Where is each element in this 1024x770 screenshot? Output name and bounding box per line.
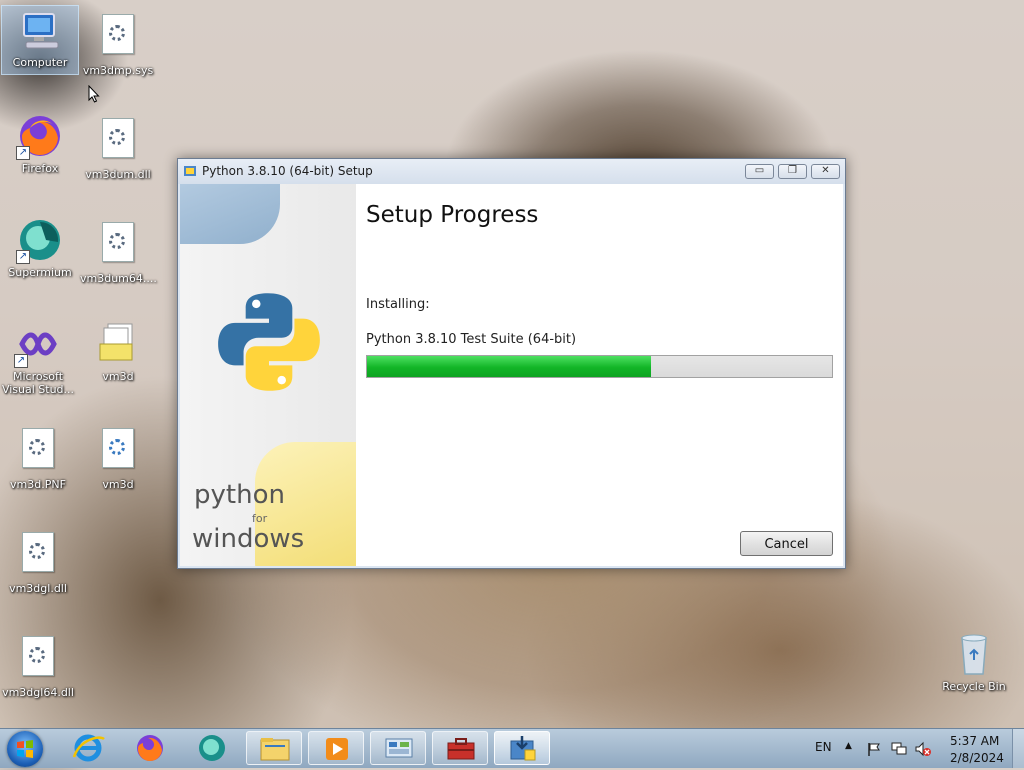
- taskbar-file-explorer[interactable]: [246, 731, 302, 765]
- desktop-icon-vm3dmp-sys[interactable]: vm3dmp.sys: [80, 10, 156, 77]
- brand-windows-text: windows: [192, 524, 305, 554]
- desktop-icon-label: Firefox: [21, 162, 59, 175]
- supermium-icon: [199, 735, 225, 761]
- clock-date[interactable]: 2/8/2024: [950, 751, 1004, 765]
- minimize-icon: ▭: [754, 165, 765, 176]
- visual-studio-icon: ↗: [14, 320, 62, 368]
- python-logo-icon: [218, 293, 320, 391]
- firefox-icon: [137, 735, 163, 762]
- dll-file-icon: [14, 636, 62, 684]
- desktop-icon-label: vm3dgl64.dll: [2, 686, 74, 699]
- taskbar: EN ▲ 5:37 AM 2/8/2024: [0, 728, 1024, 768]
- windows-logo-icon: [17, 740, 33, 758]
- desktop-icon-label: Microsoft: [12, 370, 64, 383]
- taskbar-toolbox[interactable]: [432, 731, 488, 765]
- supermium-icon: ↗: [16, 216, 64, 264]
- desktop-icon-label: Supermium: [8, 266, 72, 279]
- desktop-icon-label: vm3d.PNF: [10, 478, 66, 491]
- setup-information-file-icon: [94, 428, 142, 476]
- catalog-file-icon: [94, 320, 142, 368]
- desktop-icon-recycle-bin[interactable]: Recycle Bin: [936, 630, 1012, 693]
- show-hidden-icons-chevron-icon[interactable]: ▲: [845, 741, 852, 751]
- desktop-icon-vm3dgl-dll[interactable]: vm3dgl.dll: [0, 528, 76, 595]
- desktop-icon-visual-studio[interactable]: ↗ Microsoft Visual Stud...: [0, 320, 76, 396]
- desktop-icon-vm3dgl64-dll[interactable]: vm3dgl64.dll: [0, 632, 76, 699]
- install-progress-bar: [366, 355, 833, 378]
- close-icon: ✕: [821, 165, 830, 176]
- python-installer-icon: [184, 166, 196, 176]
- system-file-icon: [94, 14, 142, 62]
- desktop-icon-computer[interactable]: Computer: [1, 5, 79, 75]
- control-panel-icon: [385, 738, 413, 758]
- desktop-icon-vm3d-inf[interactable]: vm3d: [80, 424, 156, 491]
- taskbar-python-setup[interactable]: [494, 731, 550, 765]
- installing-label: Installing:: [366, 297, 430, 312]
- toolbox-icon: [447, 738, 475, 760]
- windows-start-button[interactable]: [7, 731, 43, 767]
- restore-icon: ❐: [788, 165, 797, 176]
- dll-file-icon: [94, 118, 142, 166]
- taskbar-firefox[interactable]: [122, 731, 178, 765]
- desktop-icon-firefox[interactable]: ↗ Firefox: [2, 112, 78, 175]
- desktop-icon-label: vm3dmp.sys: [82, 64, 154, 77]
- computer-icon: [16, 6, 64, 54]
- taskbar-control-panel[interactable]: [370, 731, 426, 765]
- action-center-flag-icon[interactable]: [866, 741, 882, 757]
- language-indicator[interactable]: EN: [815, 740, 832, 754]
- recycle-bin-icon: [950, 630, 998, 678]
- decorative-blue-shape: [180, 184, 280, 244]
- dll-file-icon: [94, 222, 142, 270]
- taskbar-supermium[interactable]: [184, 731, 240, 765]
- python-setup-dialog: Python 3.8.10 (64-bit) Setup ▭ ❐ ✕ pytho…: [177, 158, 846, 569]
- desktop-icon-label: Visual Stud...: [1, 383, 75, 396]
- page-title: Setup Progress: [366, 202, 539, 228]
- desktop-icon-label: vm3dgl.dll: [9, 582, 67, 595]
- current-component-label: Python 3.8.10 Test Suite (64-bit): [366, 332, 577, 347]
- brand-python-text: python: [194, 480, 285, 510]
- shortcut-arrow-icon: ↗: [16, 250, 30, 264]
- desktop-icon-vm3d-pnf[interactable]: vm3d.PNF: [0, 424, 76, 491]
- volume-muted-icon[interactable]: [914, 741, 932, 757]
- mouse-cursor-icon: [88, 85, 100, 103]
- clock-time[interactable]: 5:37 AM: [950, 734, 999, 748]
- firefox-icon: ↗: [16, 112, 64, 160]
- desktop-icon-vm3dum-dll[interactable]: vm3dum.dll: [80, 114, 156, 181]
- taskbar-media-player[interactable]: [308, 731, 364, 765]
- cancel-button[interactable]: Cancel: [740, 531, 833, 556]
- python-setup-icon: [510, 736, 536, 761]
- desktop-icon-vm3d-cat[interactable]: vm3d: [80, 320, 156, 383]
- close-button[interactable]: ✕: [811, 164, 840, 179]
- desktop-icon-label: vm3dum64....: [80, 272, 157, 285]
- internet-explorer-icon: [72, 734, 105, 762]
- media-player-icon: [326, 738, 348, 760]
- dialog-content: python for windows Setup Progress Instal…: [180, 184, 843, 566]
- restore-button[interactable]: ❐: [778, 164, 807, 179]
- taskbar-internet-explorer[interactable]: [60, 731, 116, 765]
- desktop-icon-label: vm3dum.dll: [85, 168, 151, 181]
- desktop-icon-label: vm3d: [102, 370, 134, 383]
- installer-sidebar-banner: python for windows: [180, 184, 356, 566]
- dialog-title: Python 3.8.10 (64-bit) Setup: [202, 164, 373, 178]
- desktop-icon-supermium[interactable]: ↗ Supermium: [2, 216, 78, 279]
- file-explorer-icon: [260, 738, 290, 761]
- desktop-icon-label: Computer: [12, 56, 68, 69]
- dll-file-icon: [14, 532, 62, 580]
- shortcut-arrow-icon: ↗: [14, 354, 28, 368]
- shortcut-arrow-icon: ↗: [16, 146, 30, 160]
- minimize-button[interactable]: ▭: [745, 164, 774, 179]
- desktop-icon-vm3dum64-dll[interactable]: vm3dum64....: [80, 218, 157, 285]
- show-desktop-button[interactable]: [1012, 729, 1024, 768]
- pnf-file-icon: [14, 428, 62, 476]
- progress-bar-fill: [367, 356, 651, 377]
- desktop-icon-label: Recycle Bin: [942, 680, 1006, 693]
- network-icon[interactable]: [890, 741, 908, 757]
- desktop-icon-label: vm3d: [102, 478, 134, 491]
- dialog-titlebar[interactable]: Python 3.8.10 (64-bit) Setup ▭ ❐ ✕: [178, 159, 845, 184]
